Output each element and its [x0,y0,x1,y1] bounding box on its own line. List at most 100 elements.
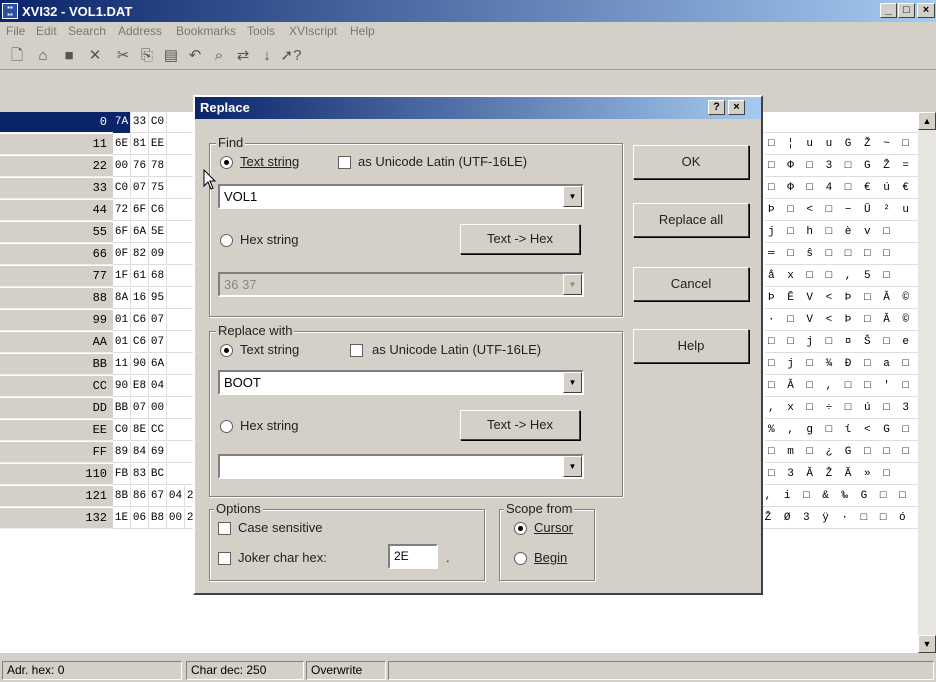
char-row[interactable]: ═ □ ŝ □ □ □ □ [765,244,918,265]
open-folder-icon[interactable]: ⌂ [32,46,54,66]
hex-byte[interactable]: 11 [113,354,131,375]
replace-text-radio[interactable] [220,344,233,357]
hex-byte[interactable]: 67 [149,486,167,507]
maximize-button[interactable]: □ [898,3,915,18]
hex-byte[interactable]: 07 [131,178,149,199]
menu-help[interactable]: Help [350,24,375,38]
char-row[interactable]: % , g □ ί < G □ [765,420,918,441]
find-icon[interactable]: ⌕ [208,46,230,66]
find-hex-radio[interactable] [220,234,233,247]
hex-byte[interactable]: 75 [149,178,167,199]
hex-byte[interactable]: 00 [113,156,131,177]
hex-byte[interactable]: 6F [131,200,149,221]
hex-byte[interactable]: 07 [149,310,167,331]
hex-byte[interactable]: 90 [113,376,131,397]
case-sensitive-checkbox[interactable] [218,522,231,535]
vertical-scrollbar[interactable]: ▲ ▼ [918,112,936,653]
char-row[interactable]: å x □ □ , 5 □ [765,266,918,287]
replace-all-button[interactable]: Replace all [633,203,749,237]
char-row[interactable]: j □ h □ è v □ [765,222,918,243]
hex-byte[interactable]: 33 [131,112,149,133]
char-row[interactable]: · □ V < Þ □ Ă © [765,310,918,331]
hex-byte[interactable]: 69 [149,442,167,463]
hex-byte[interactable]: 61 [131,266,149,287]
find-unicode-checkbox[interactable] [338,156,351,169]
hex-byte[interactable]: 81 [131,134,149,155]
hex-byte[interactable]: 1F [113,266,131,287]
chevron-down-icon[interactable]: ▼ [563,372,582,393]
goto-icon[interactable]: ↓ [256,46,278,66]
hex-byte[interactable]: E8 [131,376,149,397]
help-button[interactable]: Help [633,329,749,363]
hex-byte[interactable]: 8B [113,486,131,507]
scope-cursor-radio[interactable] [514,522,527,535]
joker-hex-input[interactable]: 2E [388,544,438,569]
find-hex-input[interactable]: 36 37 ▼ [218,272,584,297]
menu-file[interactable]: File [6,24,25,38]
char-row[interactable]: □ Ă □ , □ □ ' □ [765,376,918,397]
menu-edit[interactable]: Edit [36,24,57,38]
hex-byte[interactable]: 0F [113,244,131,265]
dialog-help-icon[interactable]: ? [708,100,725,115]
replace-text-input[interactable]: BOOT ▼ [218,370,584,395]
hex-byte[interactable]: BC [149,464,167,485]
hex-byte[interactable]: 6A [131,222,149,243]
hex-byte[interactable]: 06 [131,508,149,529]
char-row[interactable]: □ 3 Ă Ž Ă » □ [765,464,918,485]
ok-button[interactable]: OK [633,145,749,179]
hex-byte[interactable]: B8 [149,508,167,529]
find-text-radio[interactable] [220,156,233,169]
find-text-input[interactable]: VOL1 ▼ [218,184,584,209]
scroll-down-icon[interactable]: ▼ [918,635,936,653]
menu-search[interactable]: Search [68,24,106,38]
hex-byte[interactable]: C0 [113,178,131,199]
hex-byte[interactable]: C6 [131,332,149,353]
replace-hex-radio[interactable] [220,420,233,433]
hex-byte[interactable]: 6A [149,354,167,375]
hex-byte[interactable]: BB [113,398,131,419]
new-file-icon[interactable]: 🗋 [6,46,28,66]
hex-byte[interactable]: 78 [149,156,167,177]
joker-checkbox[interactable] [218,552,231,565]
hex-byte[interactable]: 7A [113,112,131,133]
chevron-down-icon[interactable]: ▼ [563,456,582,477]
hex-byte[interactable]: 04 [149,376,167,397]
hex-byte[interactable]: C0 [149,112,167,133]
chevron-down-icon[interactable]: ▼ [563,274,582,295]
hex-byte[interactable]: C0 [113,420,131,441]
hex-byte[interactable]: 76 [131,156,149,177]
hex-byte[interactable]: CC [149,420,167,441]
char-row[interactable]: Þ Ē V < Þ □ Ă © [765,288,918,309]
hex-byte[interactable]: 09 [149,244,167,265]
hex-byte[interactable]: 86 [131,486,149,507]
help-pointer-icon[interactable]: ➚? [280,46,302,66]
hex-byte[interactable]: 8E [131,420,149,441]
hex-byte[interactable]: 07 [149,332,167,353]
hex-byte[interactable]: 90 [131,354,149,375]
hex-byte[interactable]: 95 [149,288,167,309]
replace-unicode-checkbox[interactable] [350,344,363,357]
copy-icon[interactable]: ⎘ [136,46,158,66]
hex-byte[interactable]: EE [149,134,167,155]
hex-byte[interactable]: C6 [131,310,149,331]
char-row[interactable]: □ Φ □ 3 □ G Ž = [765,156,918,177]
replace-hex-input[interactable]: ▼ [218,454,584,479]
scope-begin-radio[interactable] [514,552,527,565]
dialog-title-bar[interactable]: Replace ? × [195,97,761,119]
scroll-up-icon[interactable]: ▲ [918,112,936,130]
char-row[interactable]: □ □ j □ ¤ Š □ e [765,332,918,353]
hex-byte[interactable]: 5E [149,222,167,243]
hex-byte[interactable]: 8A [113,288,131,309]
paste-icon[interactable]: ▤ [160,46,182,66]
hex-byte[interactable]: 07 [131,398,149,419]
hex-byte[interactable]: C6 [149,200,167,221]
hex-byte[interactable]: 83 [131,464,149,485]
replace-icon[interactable]: ⇄ [232,46,254,66]
undo-icon[interactable]: ↶ [184,46,206,66]
menu-bookmarks[interactable]: Bookmarks [176,24,236,38]
char-row[interactable]: □ Φ □ 4 □ € ú € [765,178,918,199]
hex-byte[interactable]: FB [113,464,131,485]
chevron-down-icon[interactable]: ▼ [563,186,582,207]
menu-address[interactable]: Address [118,24,162,38]
hex-byte[interactable]: 6F [113,222,131,243]
